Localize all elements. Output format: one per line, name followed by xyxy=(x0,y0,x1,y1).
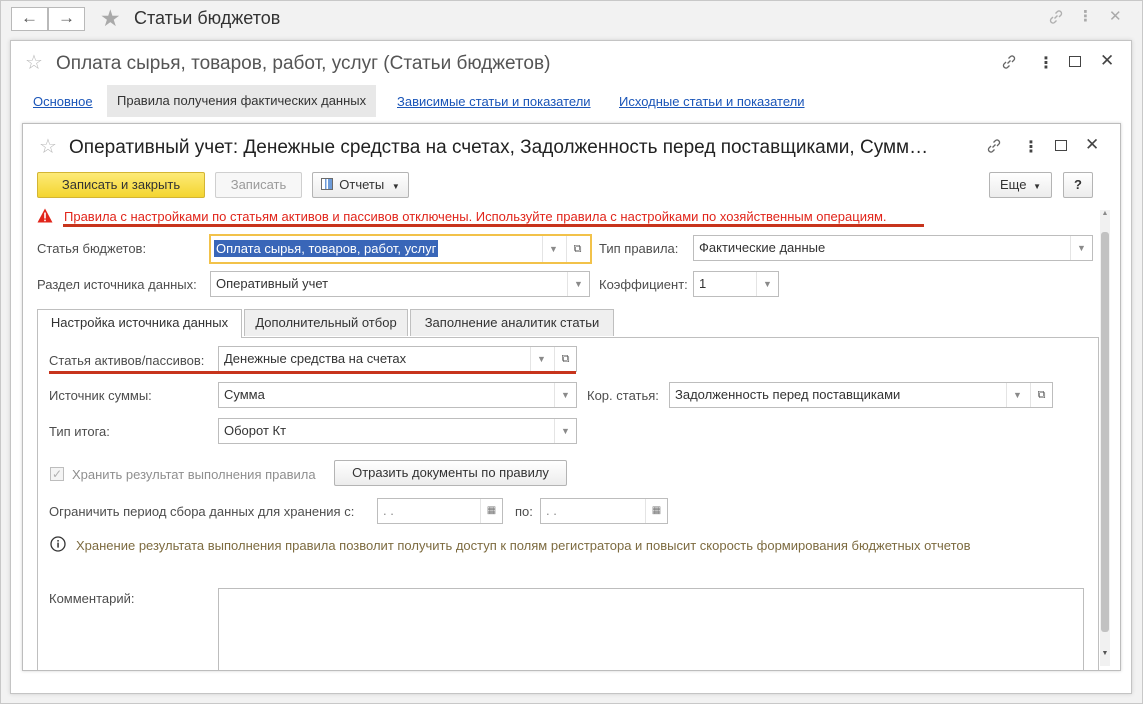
open-icon[interactable]: ⧉ xyxy=(566,236,588,262)
open-icon[interactable]: ⧉ xyxy=(554,347,576,371)
link-icon[interactable] xyxy=(985,137,1003,158)
maximize-icon[interactable] xyxy=(1055,140,1067,151)
sum-source-value: Сумма xyxy=(224,387,265,402)
scrollbar-thumb[interactable] xyxy=(1101,232,1109,632)
chevron-down-icon[interactable]: ▼ xyxy=(1006,383,1028,407)
reports-label: Отчеты xyxy=(339,177,385,192)
calendar-icon[interactable]: ▦ xyxy=(645,499,667,523)
app-header: ← → ★ Статьи бюджетов ⋮ ✕ xyxy=(1,1,1142,35)
favorite-star-icon[interactable]: ☆ xyxy=(25,53,43,73)
source-section-field[interactable]: Оперативный учет ▼ xyxy=(210,271,590,297)
tab-dependent-items[interactable]: Зависимые статьи и показатели xyxy=(397,94,591,109)
scroll-down-icon[interactable]: ▼ xyxy=(1100,650,1110,657)
save-button[interactable]: Записать xyxy=(215,172,302,198)
rule-type-label: Тип правила: xyxy=(599,241,679,256)
rule-type-value: Фактические данные xyxy=(699,240,826,255)
corr-item-value: Задолженность перед поставщиками xyxy=(675,387,901,402)
close-icon[interactable]: ✕ xyxy=(1109,8,1122,26)
tab-panel: Статья активов/пассивов: Денежные средст… xyxy=(37,337,1099,670)
reports-button[interactable]: Отчеты ▼ xyxy=(312,172,409,198)
coefficient-label: Коэффициент: xyxy=(599,277,688,292)
form-title: Оперативный учет: Денежные средства на с… xyxy=(69,137,929,158)
back-button[interactable]: ← xyxy=(11,7,48,31)
chevron-down-icon[interactable]: ▼ xyxy=(530,347,552,371)
calendar-icon[interactable]: ▦ xyxy=(480,499,502,523)
more-vertical-icon[interactable]: ⋮ xyxy=(1078,8,1093,26)
date-to-value: . . xyxy=(546,503,557,518)
more-vertical-icon[interactable]: ⋮ xyxy=(1038,53,1054,73)
to-label: по: xyxy=(515,504,533,519)
tab-additional-filter[interactable]: Дополнительный отбор xyxy=(244,309,408,336)
coefficient-value: 1 xyxy=(699,276,707,291)
arrow-left-icon: ← xyxy=(21,8,38,27)
report-icon xyxy=(321,178,334,190)
help-button[interactable]: ? xyxy=(1063,172,1093,198)
store-result-label: Хранить результат выполнения правила xyxy=(72,467,316,482)
chevron-down-icon[interactable]: ▼ xyxy=(542,236,564,262)
scroll-up-icon[interactable]: ▲ xyxy=(1100,210,1110,217)
source-section-label: Раздел источника данных: xyxy=(37,277,197,292)
warning-underline xyxy=(63,224,924,227)
budget-item-label: Статья бюджетов: xyxy=(37,241,147,256)
info-icon xyxy=(50,536,66,555)
more-vertical-icon[interactable]: ⋮ xyxy=(1023,137,1039,157)
tab-main[interactable]: Основное xyxy=(33,94,93,109)
info-text: Хранение результата выполнения правила п… xyxy=(76,538,971,553)
budget-item-value: Оплата сырья, товаров, работ, услуг xyxy=(214,240,439,257)
corr-item-field[interactable]: Задолженность перед поставщиками ▼ ⧉ xyxy=(669,382,1053,408)
reflect-documents-button[interactable]: Отразить документы по правилу xyxy=(334,460,567,486)
chevron-down-icon[interactable]: ▼ xyxy=(1070,236,1092,260)
asset-liability-label: Статья активов/пассивов: xyxy=(49,353,205,368)
tab-source-items[interactable]: Исходные статьи и показатели xyxy=(619,94,805,109)
maximize-icon[interactable] xyxy=(1069,56,1081,67)
limit-period-label: Ограничить период сбора данных для хране… xyxy=(49,504,355,519)
total-type-label: Тип итога: xyxy=(49,424,110,439)
close-icon[interactable]: ✕ xyxy=(1085,135,1099,155)
chevron-down-icon: ▼ xyxy=(1033,182,1041,191)
more-label: Еще xyxy=(1000,177,1027,192)
coefficient-field[interactable]: 1 ▼ xyxy=(693,271,779,297)
forward-button[interactable]: → xyxy=(48,7,85,31)
close-icon[interactable]: ✕ xyxy=(1100,51,1114,71)
chevron-down-icon[interactable]: ▼ xyxy=(567,272,589,296)
source-section-value: Оперативный учет xyxy=(216,276,329,291)
date-from-field[interactable]: . . ▦ xyxy=(377,498,503,524)
chevron-down-icon: ▼ xyxy=(391,182,400,191)
comment-label: Комментарий: xyxy=(49,591,135,606)
link-icon[interactable] xyxy=(1000,53,1018,74)
asset-liability-value: Денежные средства на счетах xyxy=(224,351,407,366)
tab-data-source-settings[interactable]: Настройка источника данных xyxy=(37,309,242,338)
tab-actual-data-rules[interactable]: Правила получения фактических данных xyxy=(107,85,377,117)
warning-icon xyxy=(37,208,53,226)
open-icon[interactable]: ⧉ xyxy=(1030,383,1052,407)
chevron-down-icon[interactable]: ▼ xyxy=(554,383,576,407)
budget-item-field[interactable]: Оплата сырья, товаров, работ, услуг ▼ ⧉ xyxy=(209,234,592,264)
save-and-close-button[interactable]: Записать и закрыть xyxy=(37,172,205,198)
store-result-checkbox[interactable]: ✓ xyxy=(50,467,64,481)
total-type-field[interactable]: Оборот Кт ▼ xyxy=(218,418,577,444)
tab-fill-analytics[interactable]: Заполнение аналитик статьи xyxy=(410,309,614,336)
asset-liability-underline xyxy=(49,371,576,374)
scrollbar-track[interactable]: ▲ ▼ xyxy=(1100,210,1110,666)
sum-source-label: Источник суммы: xyxy=(49,388,152,403)
form-window-rule: ☆ Оперативный учет: Денежные средства на… xyxy=(22,123,1121,671)
date-from-value: . . xyxy=(383,503,394,518)
asset-liability-field[interactable]: Денежные средства на счетах ▼ ⧉ xyxy=(218,346,577,372)
favorite-star-icon[interactable]: ★ xyxy=(100,5,121,32)
link-icon[interactable] xyxy=(1047,8,1065,31)
total-type-value: Оборот Кт xyxy=(224,423,287,438)
sum-source-field[interactable]: Сумма ▼ xyxy=(218,382,577,408)
page-title: Статьи бюджетов xyxy=(134,8,281,28)
chevron-down-icon[interactable]: ▼ xyxy=(554,419,576,443)
date-to-field[interactable]: . . ▦ xyxy=(540,498,668,524)
favorite-star-icon[interactable]: ☆ xyxy=(39,137,57,157)
form-title: Оплата сырья, товаров, работ, услуг (Ста… xyxy=(56,53,551,74)
warning-text: Правила с настройками по статьям активов… xyxy=(64,209,887,224)
arrow-right-icon: → xyxy=(58,8,75,27)
corr-item-label: Кор. статья: xyxy=(587,388,659,403)
more-button[interactable]: Еще ▼ xyxy=(989,172,1052,198)
rule-type-field[interactable]: Фактические данные ▼ xyxy=(693,235,1093,261)
comment-field[interactable] xyxy=(218,588,1084,670)
chevron-down-icon[interactable]: ▼ xyxy=(756,272,778,296)
